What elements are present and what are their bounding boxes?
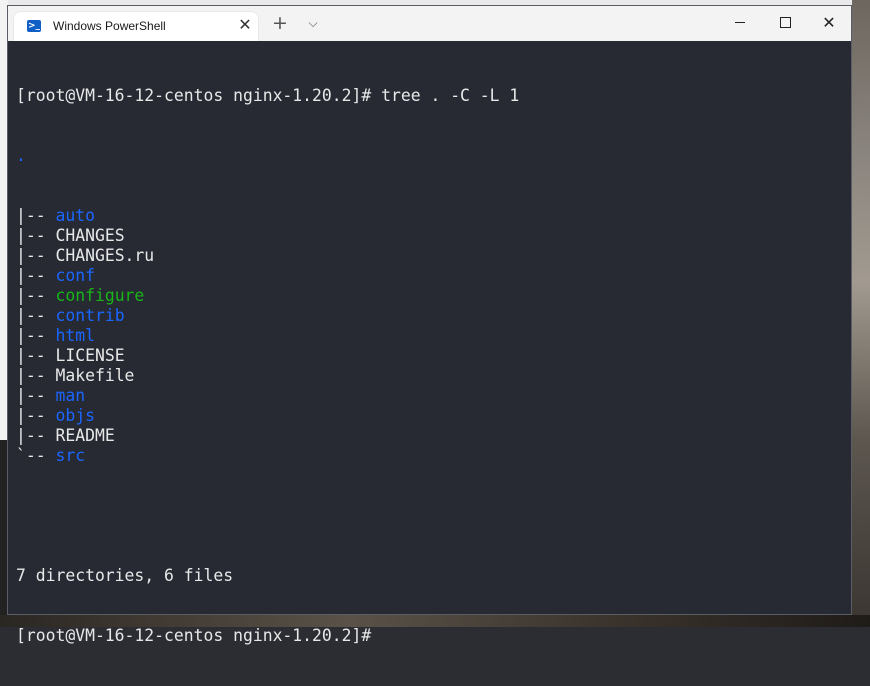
minimize-icon [735,21,745,23]
tree-entry-name: src [55,446,86,465]
tree-branch: |-- [16,346,56,365]
title-bar[interactable]: >_ Windows PowerShell ✕ + ⌵ ✕ [8,6,851,41]
maximize-icon [779,16,791,28]
maximize-button[interactable] [762,6,808,41]
tree-branch: `-- [16,446,56,465]
tree-branch: |-- [16,406,56,425]
tree-entry-name: man [55,386,86,405]
tree-branch: |-- [16,366,56,385]
tree-entry: |-- CHANGES [16,226,846,246]
tree-branch: |-- [16,306,56,325]
tree-entry: |-- README [16,426,846,446]
new-tab-button[interactable]: + [271,14,289,33]
tree-entry-name: configure [55,286,145,305]
tree-branch: |-- [16,226,56,245]
tree-entry: |-- conf [16,266,846,286]
tree-branch: |-- [16,386,56,405]
tab-windows-powershell[interactable]: >_ Windows PowerShell ✕ [14,12,258,41]
tree-entry: |-- LICENSE [16,346,846,366]
close-window-button[interactable]: ✕ [806,6,852,41]
close-tab-icon[interactable]: ✕ [236,16,254,34]
tree-entry-name: CHANGES.ru [55,246,155,265]
chevron-down-icon[interactable]: ⌵ [304,14,322,32]
command-line: [root@VM-16-12-centos nginx-1.20.2]# tre… [16,86,846,106]
desktop-background-right [852,0,870,627]
tree-summary: 7 directories, 6 files [16,566,234,585]
tree-entry: `-- src [16,446,846,466]
tree-entry: |-- configure [16,286,846,306]
command: tree . -C -L 1 [371,86,520,105]
tree-entry-name: LICENSE [55,346,125,365]
terminal-output[interactable]: [root@VM-16-12-centos nginx-1.20.2]# tre… [16,46,846,686]
tree-branch: |-- [16,246,56,265]
tree-entry-name: CHANGES [55,226,125,245]
tree-branch: |-- [16,266,56,285]
tree-entry: |-- html [16,326,846,346]
tree-entry: |-- auto [16,206,846,226]
tab-title: Windows PowerShell [53,19,166,33]
tree-entry-name: objs [55,406,95,425]
tree-entry: |-- objs [16,406,846,426]
final-prompt: [root@VM-16-12-centos nginx-1.20.2]# [16,626,372,645]
powershell-icon: >_ [27,20,41,32]
tree-branch: |-- [16,206,56,225]
tree-root: . [16,146,26,165]
tree-branch: |-- [16,286,56,305]
tree-branch: |-- [16,426,56,445]
tree-entry-name: auto [55,206,95,225]
tree-entry-name: README [55,426,115,445]
tree-entry-name: conf [55,266,95,285]
close-icon: ✕ [822,13,836,32]
prompt: [root@VM-16-12-centos nginx-1.20.2]# [16,86,372,105]
tree-entry-name: Makefile [55,366,135,385]
powershell-window: >_ Windows PowerShell ✕ + ⌵ ✕ [root@VM-1… [7,5,852,645]
tree-entry: |-- man [16,386,846,406]
tree-entries: |-- auto |-- CHANGES |-- CHANGES.ru |-- con… [16,206,846,466]
tree-entry-name: html [55,326,95,345]
tree-branch: |-- [16,326,56,345]
tree-entry: |-- Makefile [16,366,846,386]
tree-entry: |-- CHANGES.ru [16,246,846,266]
tree-entry: |-- contrib [16,306,846,326]
tree-entry-name: contrib [55,306,125,325]
minimize-button[interactable] [717,6,763,41]
